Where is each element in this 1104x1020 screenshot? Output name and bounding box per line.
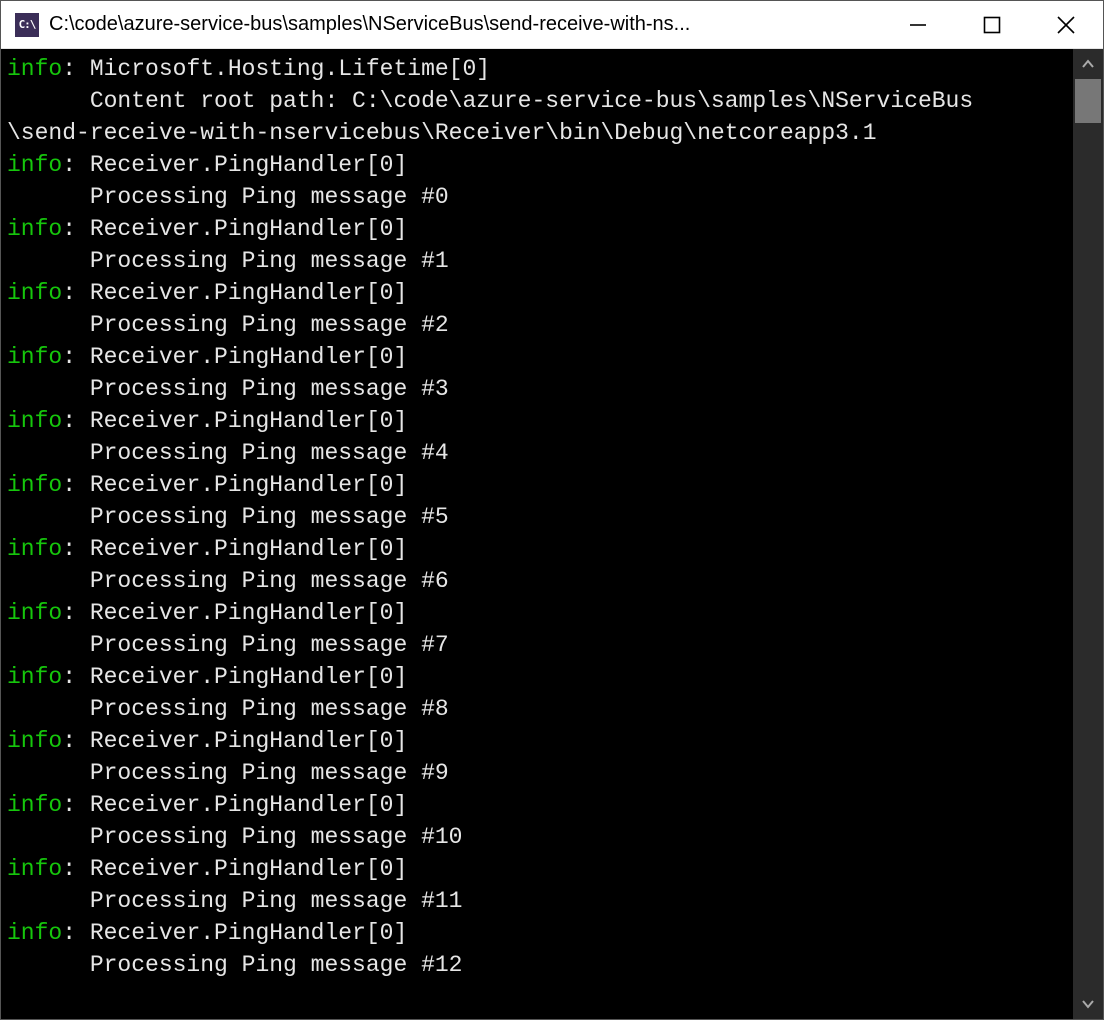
log-source: : Receiver.PingHandler[0] — [62, 600, 407, 626]
log-line: Processing Ping message #5 — [7, 501, 1073, 533]
log-source: : Receiver.PingHandler[0] — [62, 728, 407, 754]
log-source: : Receiver.PingHandler[0] — [62, 152, 407, 178]
log-line: Processing Ping message #9 — [7, 757, 1073, 789]
log-source: : Receiver.PingHandler[0] — [62, 216, 407, 242]
log-line: info: Receiver.PingHandler[0] — [7, 277, 1073, 309]
chevron-down-icon — [1081, 997, 1095, 1011]
close-button[interactable] — [1029, 1, 1103, 48]
log-source: : Receiver.PingHandler[0] — [62, 856, 407, 882]
log-line: Processing Ping message #0 — [7, 181, 1073, 213]
log-line: Processing Ping message #11 — [7, 885, 1073, 917]
log-line: info: Receiver.PingHandler[0] — [7, 661, 1073, 693]
log-level: info — [7, 344, 62, 370]
log-level: info — [7, 856, 62, 882]
scroll-up-button[interactable] — [1073, 49, 1103, 79]
log-line: info: Receiver.PingHandler[0] — [7, 917, 1073, 949]
log-level: info — [7, 152, 62, 178]
log-line: Content root path: C:\code\azure-service… — [7, 85, 1073, 117]
log-level: info — [7, 600, 62, 626]
log-line: info: Receiver.PingHandler[0] — [7, 149, 1073, 181]
log-source: : Receiver.PingHandler[0] — [62, 792, 407, 818]
log-line: Processing Ping message #3 — [7, 373, 1073, 405]
maximize-icon — [983, 16, 1001, 34]
log-source: : Microsoft.Hosting.Lifetime[0] — [62, 56, 490, 82]
log-source: : Receiver.PingHandler[0] — [62, 472, 407, 498]
log-line: Processing Ping message #10 — [7, 821, 1073, 853]
minimize-button[interactable] — [881, 1, 955, 48]
close-icon — [1056, 15, 1076, 35]
log-source: : Receiver.PingHandler[0] — [62, 280, 407, 306]
log-level: info — [7, 408, 62, 434]
log-level: info — [7, 472, 62, 498]
log-line: Processing Ping message #12 — [7, 949, 1073, 981]
log-line: Processing Ping message #4 — [7, 437, 1073, 469]
minimize-icon — [909, 16, 927, 34]
log-level: info — [7, 920, 62, 946]
log-line: info: Receiver.PingHandler[0] — [7, 853, 1073, 885]
maximize-button[interactable] — [955, 1, 1029, 48]
log-line: Processing Ping message #7 — [7, 629, 1073, 661]
chevron-up-icon — [1081, 57, 1095, 71]
console-area: info: Microsoft.Hosting.Lifetime[0] Cont… — [1, 49, 1103, 1019]
log-line: \send-receive-with-nservicebus\Receiver\… — [7, 117, 1073, 149]
log-line: info: Receiver.PingHandler[0] — [7, 725, 1073, 757]
log-line: info: Receiver.PingHandler[0] — [7, 341, 1073, 373]
log-line: info: Receiver.PingHandler[0] — [7, 789, 1073, 821]
log-line: info: Receiver.PingHandler[0] — [7, 533, 1073, 565]
app-icon: C:\ — [15, 13, 39, 37]
log-line: info: Receiver.PingHandler[0] — [7, 213, 1073, 245]
log-level: info — [7, 664, 62, 690]
log-line: Processing Ping message #1 — [7, 245, 1073, 277]
log-line: Processing Ping message #2 — [7, 309, 1073, 341]
log-level: info — [7, 216, 62, 242]
window-title: C:\code\azure-service-bus\samples\NServi… — [49, 13, 881, 36]
scrollbar-thumb[interactable] — [1075, 79, 1101, 123]
console-output[interactable]: info: Microsoft.Hosting.Lifetime[0] Cont… — [1, 49, 1073, 1019]
scrollbar[interactable] — [1073, 49, 1103, 1019]
log-line: Processing Ping message #8 — [7, 693, 1073, 725]
log-source: : Receiver.PingHandler[0] — [62, 408, 407, 434]
window-controls — [881, 1, 1103, 48]
log-source: : Receiver.PingHandler[0] — [62, 536, 407, 562]
log-line: Processing Ping message #6 — [7, 565, 1073, 597]
log-source: : Receiver.PingHandler[0] — [62, 920, 407, 946]
log-line: info: Receiver.PingHandler[0] — [7, 405, 1073, 437]
log-level: info — [7, 792, 62, 818]
log-source: : Receiver.PingHandler[0] — [62, 664, 407, 690]
log-level: info — [7, 728, 62, 754]
scroll-down-button[interactable] — [1073, 989, 1103, 1019]
log-source: : Receiver.PingHandler[0] — [62, 344, 407, 370]
log-level: info — [7, 56, 62, 82]
log-level: info — [7, 536, 62, 562]
log-line: info: Microsoft.Hosting.Lifetime[0] — [7, 53, 1073, 85]
log-line: info: Receiver.PingHandler[0] — [7, 469, 1073, 501]
titlebar[interactable]: C:\ C:\code\azure-service-bus\samples\NS… — [1, 1, 1103, 49]
log-line: info: Receiver.PingHandler[0] — [7, 597, 1073, 629]
log-level: info — [7, 280, 62, 306]
